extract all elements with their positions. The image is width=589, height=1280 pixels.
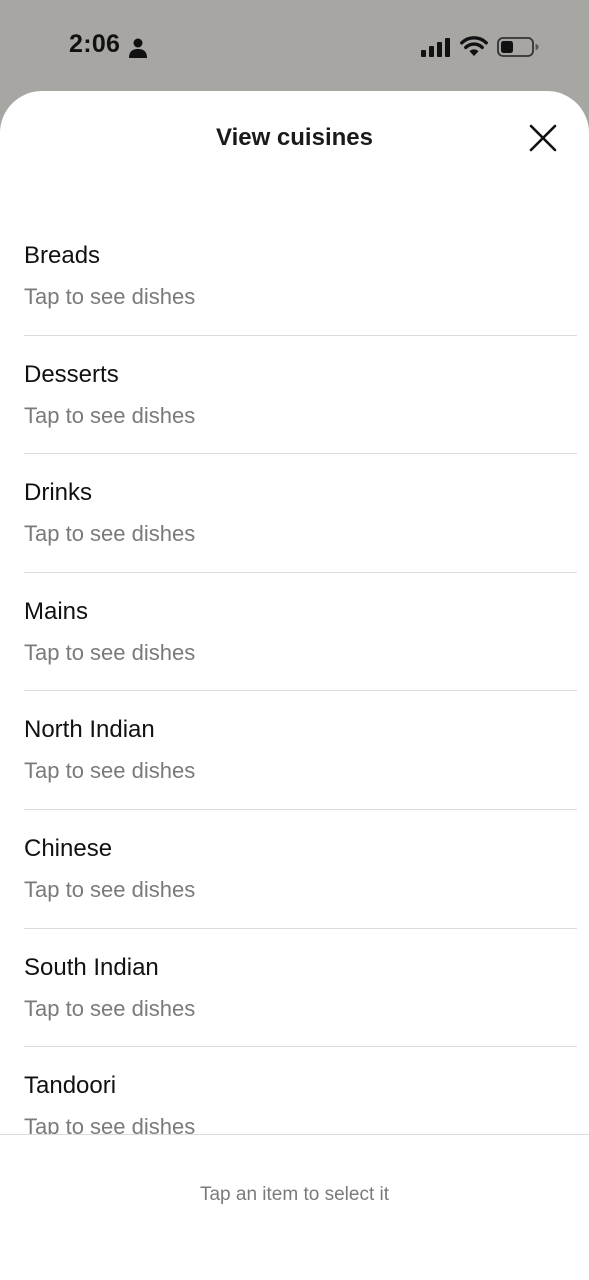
footer-hint: Tap an item to select it: [199, 1184, 390, 1205]
cuisine-subtitle: Tap to see dishes: [24, 995, 196, 1021]
signal-icon: [421, 38, 450, 57]
cuisine-item-chinese[interactable]: Chinese Tap to see dishes: [24, 810, 577, 929]
cuisine-item-south-indian[interactable]: South Indian Tap to see dishes: [24, 929, 577, 1048]
cuisine-subtitle: Tap to see dishes: [24, 521, 196, 547]
cuisine-subtitle: Tap to see dishes: [24, 876, 196, 902]
cuisine-title: Tandoori: [24, 1072, 117, 1100]
cuisine-subtitle: Tap to see dishes: [24, 639, 196, 665]
cuisine-subtitle: Tap to see dishes: [24, 402, 196, 428]
status-bar: 2:06: [0, 0, 589, 92]
cuisine-subtitle: Tap to see dishes: [24, 1114, 196, 1135]
cuisine-item-desserts[interactable]: Desserts Tap to see dishes: [24, 336, 577, 455]
cuisine-item-drinks[interactable]: Drinks Tap to see dishes: [24, 454, 577, 573]
cuisine-title: Desserts: [24, 360, 119, 388]
cuisine-item-breads[interactable]: Breads Tap to see dishes: [24, 217, 577, 336]
cuisine-title: North Indian: [24, 716, 155, 744]
close-button[interactable]: [524, 119, 562, 157]
cuisine-list: Breads Tap to see dishes Desserts Tap to…: [0, 217, 589, 1135]
cuisine-title: Mains: [24, 597, 89, 625]
status-time: 2:06: [69, 30, 121, 58]
sheet-title: View cuisines: [216, 124, 373, 151]
cuisines-sheet: View cuisines Breads Tap to see dishes D…: [0, 91, 589, 1280]
cuisine-item-mains[interactable]: Mains Tap to see dishes: [24, 573, 577, 692]
cuisine-subtitle: Tap to see dishes: [24, 284, 196, 309]
cuisine-title: Drinks: [24, 479, 93, 507]
cuisine-item-north-indian[interactable]: North Indian Tap to see dishes: [24, 691, 577, 810]
close-icon: [529, 124, 557, 152]
person-icon: [129, 38, 147, 58]
cuisine-title: Chinese: [24, 834, 113, 862]
wifi-icon: [460, 36, 488, 56]
cuisine-title: South Indian: [24, 953, 159, 981]
battery-icon: [497, 37, 539, 57]
cuisine-subtitle: Tap to see dishes: [24, 758, 196, 784]
sheet-footer: Tap an item to select it: [0, 1134, 589, 1280]
cuisine-item-tandoori[interactable]: Tandoori Tap to see dishes: [24, 1047, 577, 1135]
cuisine-title: Breads: [24, 242, 101, 269]
